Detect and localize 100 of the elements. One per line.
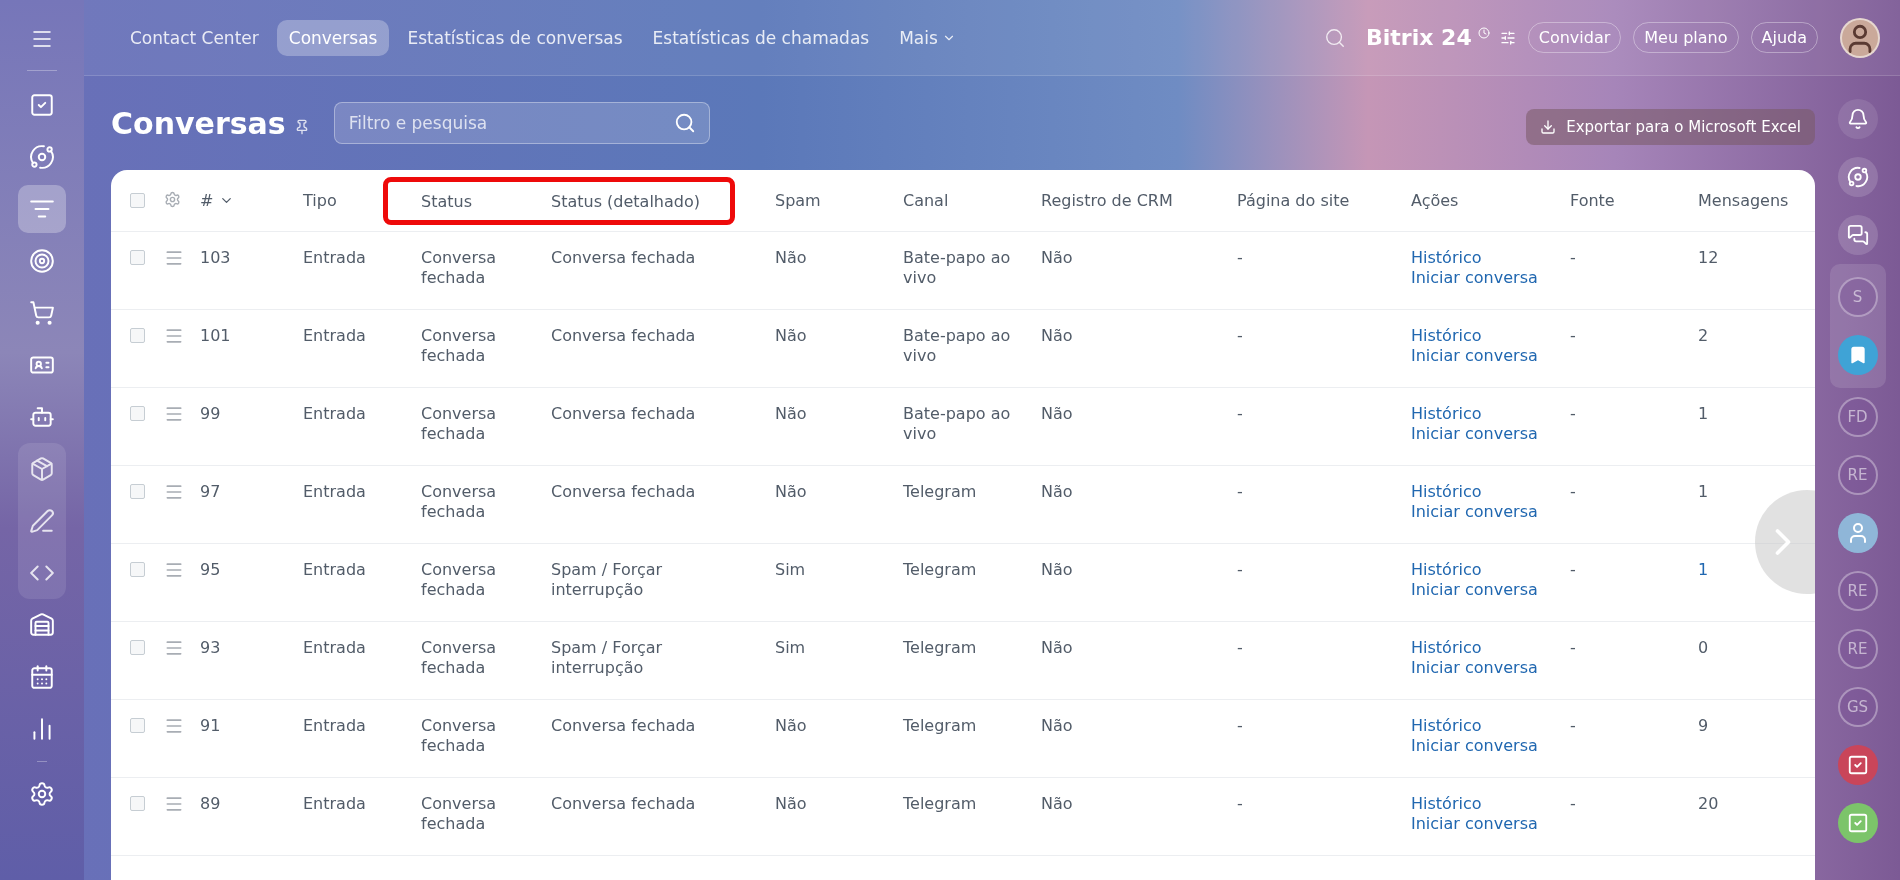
- column-header[interactable]: Spam: [775, 191, 903, 210]
- action-link[interactable]: Iniciar conversa: [1411, 814, 1538, 834]
- table-cell-text: Entrada: [303, 794, 367, 814]
- table-cell-text: Sim: [775, 560, 807, 580]
- table-cell-text: -: [1237, 638, 1244, 658]
- row-checkbox[interactable]: [130, 250, 145, 265]
- action-link[interactable]: Iniciar conversa: [1411, 658, 1538, 678]
- table-cell-text: Entrada: [303, 326, 367, 346]
- nav-tab[interactable]: Mais: [887, 19, 968, 56]
- rail-button[interactable]: [1837, 215, 1878, 255]
- column-header[interactable]: Tipo: [303, 191, 421, 210]
- message-count-link[interactable]: 1: [1698, 560, 1709, 579]
- action-link[interactable]: Iniciar conversa: [1411, 502, 1538, 522]
- table-cell-text: -: [1237, 248, 1244, 268]
- table-cell-text: Entrada: [303, 716, 367, 736]
- rail-button[interactable]: [1837, 157, 1878, 197]
- table-cell-text: 89: [200, 794, 222, 814]
- table-cell-text: Não: [1041, 794, 1074, 814]
- nav-tab[interactable]: Estatísticas de chamadas: [640, 19, 882, 56]
- action-link[interactable]: Histórico: [1411, 560, 1482, 580]
- search-icon[interactable]: [1324, 26, 1346, 49]
- column-header[interactable]: Fonte: [1570, 191, 1698, 210]
- action-link[interactable]: Iniciar conversa: [1411, 268, 1538, 288]
- column-header[interactable]: Status (detalhado): [551, 191, 725, 211]
- bookmark-button[interactable]: [1837, 335, 1878, 375]
- table-cell-text: Não: [775, 326, 808, 346]
- row-checkbox[interactable]: [130, 796, 145, 811]
- action-link[interactable]: Iniciar conversa: [1411, 346, 1538, 366]
- action-link[interactable]: Histórico: [1411, 638, 1482, 658]
- action-link[interactable]: Iniciar conversa: [1411, 424, 1538, 444]
- table-cell-text: 1: [1698, 482, 1710, 502]
- table-cell-text: Entrada: [303, 560, 367, 580]
- avatar-placeholder[interactable]: [1837, 513, 1878, 553]
- table-cell-text: Telegram: [903, 482, 978, 502]
- column-header[interactable]: Canal: [903, 191, 1041, 210]
- table-cell-text: Conversa fechada: [551, 794, 697, 814]
- table-cell-text: Conversa fechada: [421, 560, 498, 600]
- table-cell-text: -: [1570, 794, 1577, 814]
- table-cell-text: -: [1237, 482, 1244, 502]
- column-header[interactable]: Status: [421, 191, 551, 211]
- export-button[interactable]: Exportar para o Microsoft Excel: [1526, 109, 1815, 145]
- row-checkbox[interactable]: [130, 328, 145, 343]
- table-cell-text: -: [1237, 716, 1244, 736]
- calendar-icon: [29, 664, 55, 690]
- table-cell-text: 99: [200, 404, 222, 424]
- action-link[interactable]: Histórico: [1411, 326, 1482, 346]
- nav-tab[interactable]: Estatísticas de conversas: [395, 19, 635, 56]
- search-icon[interactable]: [673, 112, 696, 134]
- column-header[interactable]: #: [200, 191, 303, 210]
- table-cell-text: Não: [1041, 560, 1074, 580]
- notifications-button[interactable]: [1837, 99, 1878, 139]
- task-button[interactable]: [1837, 745, 1878, 785]
- download-icon: [1540, 119, 1557, 135]
- user-avatar[interactable]: [1840, 17, 1880, 58]
- table-cell-text: Conversa fechada: [421, 794, 498, 834]
- table-cell-text: 93: [200, 638, 222, 658]
- row-checkbox[interactable]: [130, 562, 145, 577]
- action-link[interactable]: Iniciar conversa: [1411, 580, 1538, 600]
- sliders-icon[interactable]: [1499, 29, 1516, 46]
- table-cell-text: Conversa fechada: [421, 326, 498, 366]
- table-cell-text: Conversa fechada: [551, 248, 697, 268]
- chat-icon: [1846, 224, 1869, 246]
- task-button[interactable]: [1837, 803, 1878, 843]
- table-cell-text: Não: [1041, 404, 1074, 424]
- table-cell-text: Conversa fechada: [551, 326, 697, 346]
- table-cell-text: Telegram: [903, 638, 978, 658]
- action-link[interactable]: Histórico: [1411, 716, 1482, 736]
- action-link[interactable]: Histórico: [1411, 248, 1482, 268]
- table-cell-text: Não: [1041, 482, 1074, 502]
- table-cell-text: Conversa fechada: [551, 482, 697, 502]
- select-all-checkbox[interactable]: [130, 193, 145, 208]
- action-link[interactable]: Histórico: [1411, 482, 1482, 502]
- table-cell-text: Entrada: [303, 248, 367, 268]
- column-header[interactable]: Ações: [1411, 191, 1570, 210]
- table-cell-text: -: [1570, 560, 1577, 580]
- row-checkbox[interactable]: [130, 406, 145, 421]
- orbit-icon: [1846, 166, 1869, 188]
- table-cell-text: Bate-papo ao vivo: [903, 248, 1012, 288]
- table-cell-text: Telegram: [903, 560, 978, 580]
- column-header[interactable]: Mensagens: [1698, 191, 1815, 210]
- row-checkbox[interactable]: [130, 484, 145, 499]
- column-header[interactable]: Registro de CRM: [1041, 191, 1237, 210]
- action-link[interactable]: Histórico: [1411, 794, 1482, 814]
- table-cell-text: Não: [775, 404, 808, 424]
- row-checkbox[interactable]: [130, 640, 145, 655]
- table-cell-text: Conversa fechada: [421, 716, 498, 756]
- table-cell-text: -: [1570, 326, 1577, 346]
- nav-tab[interactable]: Contact Center: [118, 19, 271, 56]
- column-header[interactable]: Página do site: [1237, 191, 1411, 210]
- sidebar-button[interactable]: [18, 185, 66, 233]
- table-cell-text: -: [1570, 716, 1577, 736]
- table-cell-text: Bate-papo ao vivo: [903, 326, 1012, 366]
- table-cell-text: 20: [1698, 794, 1720, 814]
- table-cell-text: -: [1237, 326, 1244, 346]
- row-checkbox[interactable]: [130, 718, 145, 733]
- action-link[interactable]: Iniciar conversa: [1411, 736, 1538, 756]
- action-link[interactable]: Histórico: [1411, 404, 1482, 424]
- table-cell-text: -: [1570, 482, 1577, 502]
- table-cell-text: Conversa fechada: [421, 638, 498, 678]
- table-cell-text: 0: [1698, 638, 1710, 658]
